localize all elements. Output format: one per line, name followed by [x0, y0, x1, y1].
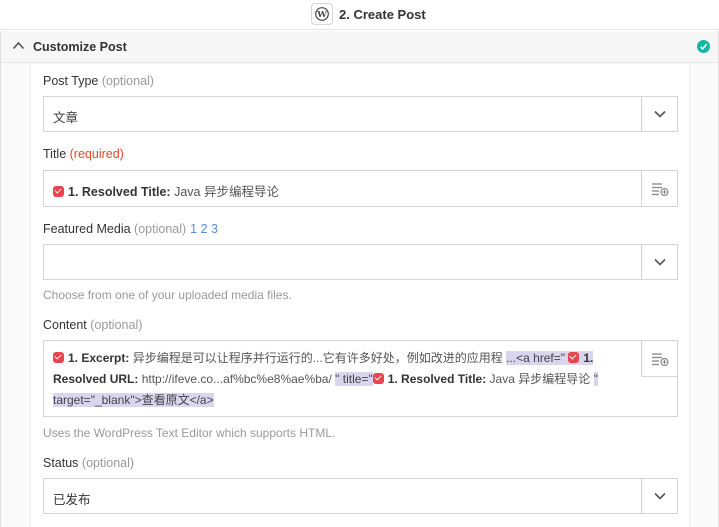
post-type-value: 文章 — [53, 111, 79, 125]
featured-media-dropdown-button[interactable] — [641, 245, 677, 279]
post-type-dropdown-button[interactable] — [641, 97, 677, 131]
title-label: Title (required) — [43, 147, 124, 161]
content-input[interactable]: 1. Excerpt: 异步编程是可以让程序并行运行的...它有许多好处，例如改… — [43, 340, 678, 417]
wordpress-icon: W — [311, 3, 333, 25]
status-select[interactable]: 已发布 — [43, 478, 678, 514]
step-title-wrap: W 2. Create Post — [311, 3, 426, 25]
title-insert-data-button[interactable] — [641, 171, 677, 206]
chevron-down-icon — [653, 110, 666, 118]
title-input[interactable]: 1. Resolved Title: Java 异步编程导论 — [43, 170, 678, 207]
check-circle-icon — [697, 40, 710, 53]
status-value: 已发布 — [53, 493, 91, 507]
section-header[interactable]: Customize Post — [1, 31, 718, 63]
insert-field-icon — [651, 352, 669, 366]
chevron-up-icon[interactable] — [12, 41, 25, 50]
step-header: W 2. Create Post — [0, 0, 719, 30]
content-text[interactable]: 1. Excerpt: 异步编程是可以让程序并行运行的...它有许多好处，例如改… — [53, 348, 638, 411]
content-help: Uses the WordPress Text Editor which sup… — [43, 426, 336, 440]
section-title: Customize Post — [33, 40, 127, 54]
featured-media-pages[interactable]: 1 2 3 — [190, 222, 218, 236]
token-app-icon — [372, 373, 384, 384]
content-insert-data-button[interactable] — [641, 341, 677, 377]
token-app-icon — [568, 352, 580, 363]
chevron-down-icon — [653, 492, 666, 500]
title-token[interactable]: 1. Resolved Title: Java 异步编程导论 — [53, 181, 279, 200]
token-app-icon — [53, 352, 64, 363]
insert-field-icon — [651, 182, 669, 196]
chevron-down-icon — [653, 258, 666, 266]
svg-text:W: W — [316, 10, 327, 20]
post-type-label: Post Type (optional) — [43, 74, 154, 88]
status-dropdown-button[interactable] — [641, 479, 677, 513]
content-label: Content (optional) — [43, 318, 143, 332]
step-title: 2. Create Post — [339, 6, 426, 22]
post-type-select[interactable]: 文章 — [43, 96, 678, 132]
featured-media-select[interactable] — [43, 244, 678, 280]
featured-media-label: Featured Media (optional) 1 2 3 — [43, 222, 218, 236]
status-label: Status (optional) — [43, 456, 135, 470]
token-app-icon — [53, 186, 64, 197]
featured-media-help: Choose from one of your uploaded media f… — [43, 288, 292, 302]
